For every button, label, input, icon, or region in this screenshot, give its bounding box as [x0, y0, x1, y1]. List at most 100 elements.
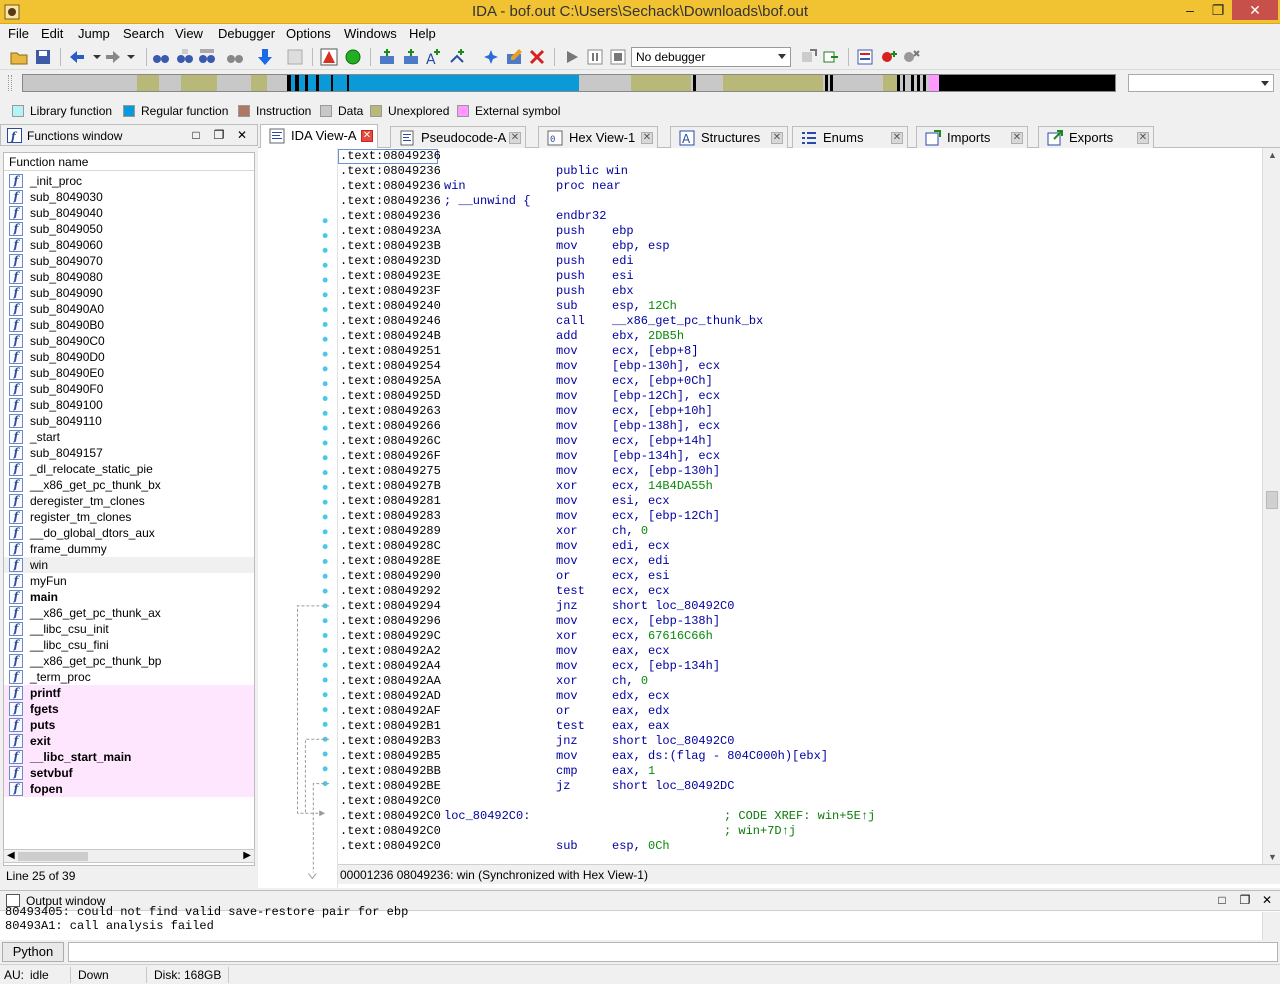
- jump-arrow-jz[interactable]: [312, 783, 330, 873]
- panel-close-button[interactable]: ✕: [235, 128, 249, 142]
- tab-hex-view-1[interactable]: 0 Hex View-1 ✕: [538, 126, 658, 148]
- output-scrollbar[interactable]: [1262, 912, 1280, 940]
- command-input[interactable]: [68, 942, 1278, 962]
- disasm-line[interactable]: .text:080492A2 mov eax, ecx: [340, 644, 670, 659]
- function-row[interactable]: f sub_80490D0: [4, 349, 254, 365]
- disasm-line[interactable]: .text:0804929C xor ecx, 67616C66h: [340, 629, 713, 644]
- disasm-line[interactable]: .text:08049263 mov ecx, [ebp+10h]: [340, 404, 713, 419]
- menu-windows[interactable]: Windows: [344, 26, 397, 41]
- disasm-line[interactable]: .text:08049281 mov esi, ecx: [340, 494, 670, 509]
- function-row[interactable]: f frame_dummy: [4, 541, 254, 557]
- panel-restore-button[interactable]: ❐: [212, 128, 226, 142]
- disasm-line[interactable]: .text:0804923A push ebp: [340, 224, 634, 239]
- disasm-line[interactable]: .text:08049236: [340, 149, 441, 164]
- tab-close-icon[interactable]: ✕: [1137, 132, 1149, 144]
- function-row[interactable]: f __libc_csu_init: [4, 621, 254, 637]
- menu-debugger[interactable]: Debugger: [218, 26, 275, 41]
- function-row[interactable]: f __libc_start_main: [4, 749, 254, 765]
- function-row[interactable]: f sub_80490F0: [4, 381, 254, 397]
- tab-structures[interactable]: A Structures ✕: [670, 126, 788, 148]
- back-arrow-icon[interactable]: [68, 48, 86, 66]
- make-array-icon[interactable]: [448, 48, 466, 66]
- panel-close-button[interactable]: ✕: [1260, 893, 1274, 907]
- function-row[interactable]: f setvbuf: [4, 765, 254, 781]
- function-row[interactable]: f sub_80490C0: [4, 333, 254, 349]
- binoculars-binary-icon[interactable]: [198, 48, 216, 66]
- panel-float-button[interactable]: □: [1215, 893, 1229, 907]
- disasm-line[interactable]: .text:0804923B mov ebp, esp: [340, 239, 670, 254]
- function-row[interactable]: f sub_8049030: [4, 189, 254, 205]
- scrollbar-thumb[interactable]: [1266, 491, 1278, 509]
- function-row[interactable]: f sub_8049050: [4, 221, 254, 237]
- disassembly-listing[interactable]: .text:08049236 .text:08049236 public win .t…: [338, 148, 1263, 864]
- menu-search[interactable]: Search: [123, 26, 164, 41]
- function-row[interactable]: f sub_8049080: [4, 269, 254, 285]
- chevron-down-icon[interactable]: [122, 48, 140, 66]
- tab-close-icon[interactable]: ✕: [641, 132, 653, 144]
- disasm-line[interactable]: .text:0804926C mov ecx, [ebp+14h]: [340, 434, 713, 449]
- tab-close-icon[interactable]: ✕: [361, 130, 373, 142]
- function-row[interactable]: f sub_8049070: [4, 253, 254, 269]
- disasm-line[interactable]: .text:080492B1 test eax, eax: [340, 719, 670, 734]
- disasm-line[interactable]: .text:0804926F mov [ebp-134h], ecx: [340, 449, 720, 464]
- function-row[interactable]: f myFun: [4, 573, 254, 589]
- make-string-icon[interactable]: A: [424, 48, 442, 66]
- disasm-line[interactable]: .text:080492B3 jnz short loc_80492C0: [340, 734, 734, 749]
- disasm-line[interactable]: .text:080492C0 ; win+7D↑j: [340, 824, 796, 839]
- function-row[interactable]: f sub_80490B0: [4, 317, 254, 333]
- breakpoint-list-icon[interactable]: [856, 48, 874, 66]
- step-into-icon[interactable]: [800, 48, 818, 66]
- disasm-line[interactable]: .text:08049236; __unwind {: [340, 194, 530, 209]
- menu-jump[interactable]: Jump: [78, 26, 110, 41]
- menu-file[interactable]: File: [8, 26, 29, 41]
- function-row[interactable]: f register_tm_clones: [4, 509, 254, 525]
- disasm-line[interactable]: .text:080492C0 sub esp, 0Ch: [340, 839, 670, 854]
- disasm-line[interactable]: .text:08049292 test ecx, ecx: [340, 584, 670, 599]
- down-arrow-icon[interactable]: [256, 48, 274, 66]
- navigation-band[interactable]: [22, 74, 1116, 92]
- scroll-right-icon[interactable]: ▶: [243, 850, 251, 861]
- toolbar-grip[interactable]: [8, 75, 12, 91]
- menu-view[interactable]: View: [175, 26, 203, 41]
- function-row[interactable]: f sub_8049100: [4, 397, 254, 413]
- panel-restore-button[interactable]: ❐: [1238, 893, 1252, 907]
- pause-icon[interactable]: [586, 48, 604, 66]
- navigation-segment-select[interactable]: [1128, 74, 1274, 92]
- binoculars-text-icon[interactable]: [176, 48, 194, 66]
- column-header-function-name[interactable]: Function name: [4, 153, 254, 171]
- play-icon[interactable]: [563, 48, 581, 66]
- function-row[interactable]: f sub_8049040: [4, 205, 254, 221]
- graph-disabled-icon[interactable]: [286, 48, 304, 66]
- remove-breakpoint-icon[interactable]: [902, 48, 920, 66]
- open-folder-icon[interactable]: [10, 48, 28, 66]
- disasm-line[interactable]: .text:08049240 sub esp, 12Ch: [340, 299, 677, 314]
- disasm-line[interactable]: .text:08049294 jnz short loc_80492C0: [340, 599, 734, 614]
- disassembly-vertical-scrollbar[interactable]: ▲ ▼: [1262, 148, 1280, 864]
- function-row[interactable]: f exit: [4, 733, 254, 749]
- disasm-line[interactable]: .text:0804928E mov ecx, edi: [340, 554, 670, 569]
- save-icon[interactable]: [34, 48, 52, 66]
- disasm-line[interactable]: .text:08049296 mov ecx, [ebp-138h]: [340, 614, 720, 629]
- step-over-icon[interactable]: [822, 48, 840, 66]
- function-row[interactable]: f sub_8049090: [4, 285, 254, 301]
- function-row[interactable]: f _start: [4, 429, 254, 445]
- function-row[interactable]: f deregister_tm_clones: [4, 493, 254, 509]
- disasm-line[interactable]: .text:08049251 mov ecx, [ebp+8]: [340, 344, 698, 359]
- function-row[interactable]: f _init_proc: [4, 173, 254, 189]
- function-row[interactable]: f fgets: [4, 701, 254, 717]
- menu-options[interactable]: Options: [286, 26, 331, 41]
- disasm-line[interactable]: .text:0804923E push esi: [340, 269, 634, 284]
- binoculars-icon[interactable]: [152, 48, 170, 66]
- disasm-line[interactable]: .text:080492C0 loc_80492C0: ; CODE XREF: w…: [340, 809, 875, 824]
- tab-close-icon[interactable]: ✕: [771, 132, 783, 144]
- function-row[interactable]: f puts: [4, 717, 254, 733]
- function-row[interactable]: f main: [4, 589, 254, 605]
- disasm-line[interactable]: .text:0804923D push edi: [340, 254, 634, 269]
- functions-horizontal-scrollbar[interactable]: ◀ ▶: [3, 849, 255, 863]
- function-row[interactable]: f __x86_get_pc_thunk_bp: [4, 653, 254, 669]
- function-row[interactable]: f win: [4, 557, 254, 573]
- function-row[interactable]: f printf: [4, 685, 254, 701]
- struct-icon[interactable]: [482, 48, 500, 66]
- disasm-line[interactable]: .text:080492C0: [340, 794, 441, 809]
- scroll-up-icon[interactable]: ▲: [1268, 150, 1277, 160]
